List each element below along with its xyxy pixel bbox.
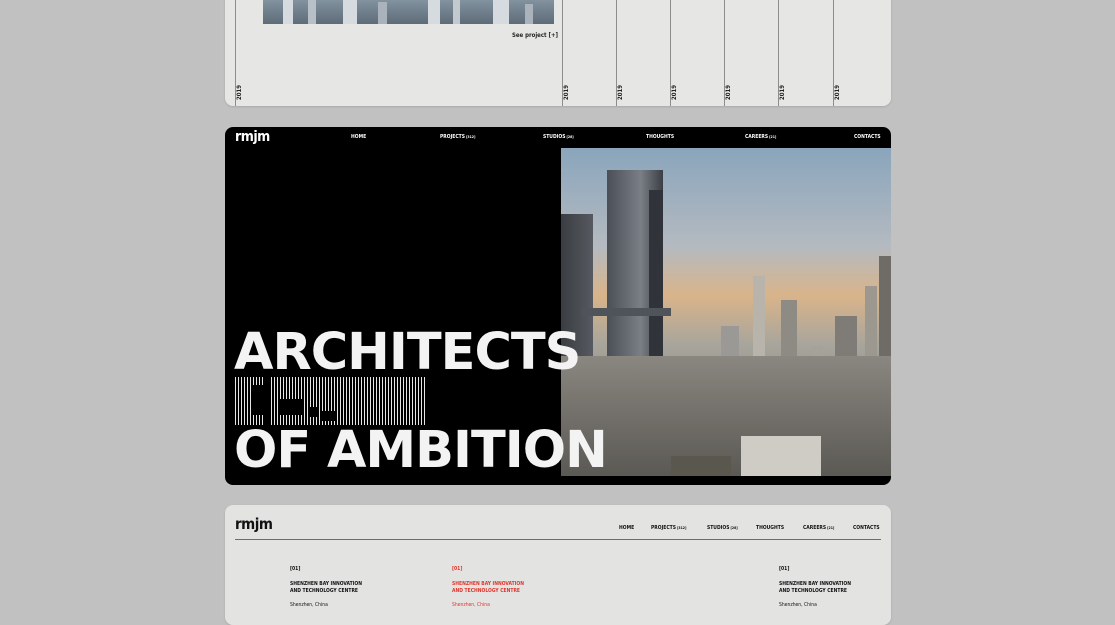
timeline-year: 2019 <box>236 84 243 100</box>
nav-home[interactable]: HOME <box>619 525 634 531</box>
hero-card: rmjm HOME PROJECTS[312] STUDIOS[28] THOU… <box>225 127 891 485</box>
timeline-card: See project [+] 2019 2019 2019 2019 2019… <box>225 0 891 106</box>
nav-projects-label: PROJECTS <box>651 525 676 531</box>
project-title-line2: AND TECHNOLOGY CENTRE <box>452 588 521 594</box>
nav-projects-count: [312] <box>676 526 687 530</box>
project-number: [01] <box>452 566 463 572</box>
nav-contacts[interactable]: CONTACTS <box>853 525 880 531</box>
project-number: [01] <box>290 566 301 572</box>
header-divider <box>235 539 881 540</box>
timeline-year: 2019 <box>671 84 678 100</box>
hero-headline-line2: OF AMBITION <box>234 421 608 480</box>
nav-careers-label: CAREERS <box>803 525 827 531</box>
project-location: Shenzhen, China <box>452 601 490 608</box>
projects-card: rmjm HOME PROJECTS[312] STUDIOS[28] THOU… <box>225 505 891 625</box>
nav-careers-count: [21] <box>827 526 835 530</box>
timeline-year: 2019 <box>834 84 841 100</box>
nav-careers-count: [21] <box>769 135 777 139</box>
nav-studios-label: STUDIOS <box>543 134 566 140</box>
nav-careers-label: CAREERS <box>745 134 769 140</box>
project-title-line2: AND TECHNOLOGY CENTRE <box>779 588 848 594</box>
logo[interactable]: rmjm <box>235 515 273 533</box>
nav-projects[interactable]: PROJECTS[312] <box>651 525 686 531</box>
nav-projects[interactable]: PROJECTS[312] <box>440 134 475 140</box>
project-number: [01] <box>779 566 790 572</box>
project-location: Shenzhen, China <box>290 601 328 608</box>
nav-studios[interactable]: STUDIOS[28] <box>543 134 574 140</box>
timeline-year: 2019 <box>779 84 786 100</box>
nav-contacts[interactable]: CONTACTS <box>854 134 881 140</box>
project-title-line1: SHENZHEN BAY INNOVATION <box>452 580 524 587</box>
nav-studios-count: [28] <box>730 526 738 530</box>
hero-nav: rmjm HOME PROJECTS[312] STUDIOS[28] THOU… <box>225 127 891 148</box>
project-location: Shenzhen, China <box>779 601 817 608</box>
nav-careers[interactable]: CAREERS[21] <box>803 525 834 531</box>
hero-glitch-graphic <box>235 377 427 425</box>
nav-thoughts[interactable]: THOUGHTS <box>756 525 784 531</box>
project-item[interactable]: [01] SHENZHEN BAY INNOVATION AND TECHNOL… <box>779 566 869 609</box>
nav-studios-count: [28] <box>566 135 574 139</box>
hero-skyline-image <box>561 148 891 476</box>
timeline-year: 2019 <box>563 84 570 100</box>
project-item[interactable]: [01] SHENZHEN BAY INNOVATION AND TECHNOL… <box>290 566 380 609</box>
project-thumbnail[interactable] <box>263 0 554 24</box>
see-project-link[interactable]: See project [+] <box>512 32 558 39</box>
project-title-line2: AND TECHNOLOGY CENTRE <box>290 588 359 594</box>
timeline-year: 2019 <box>725 84 732 100</box>
logo[interactable]: rmjm <box>235 129 270 145</box>
nav-projects-count: [312] <box>465 135 476 139</box>
project-title-line1: SHENZHEN BAY INNOVATION <box>290 580 362 587</box>
project-title-line1: SHENZHEN BAY INNOVATION <box>779 580 851 587</box>
nav-studios[interactable]: STUDIOS[28] <box>707 525 738 531</box>
hero-headline-line1: ARCHITECTS <box>234 323 581 382</box>
project-item-active[interactable]: [01] SHENZHEN BAY INNOVATION AND TECHNOL… <box>452 566 542 609</box>
nav-thoughts[interactable]: THOUGHTS <box>646 134 674 140</box>
nav-studios-label: STUDIOS <box>707 525 730 531</box>
timeline-year: 2019 <box>617 84 624 100</box>
nav-careers[interactable]: CAREERS[21] <box>745 134 776 140</box>
nav-projects-label: PROJECTS <box>440 134 465 140</box>
nav-home[interactable]: HOME <box>351 134 366 140</box>
